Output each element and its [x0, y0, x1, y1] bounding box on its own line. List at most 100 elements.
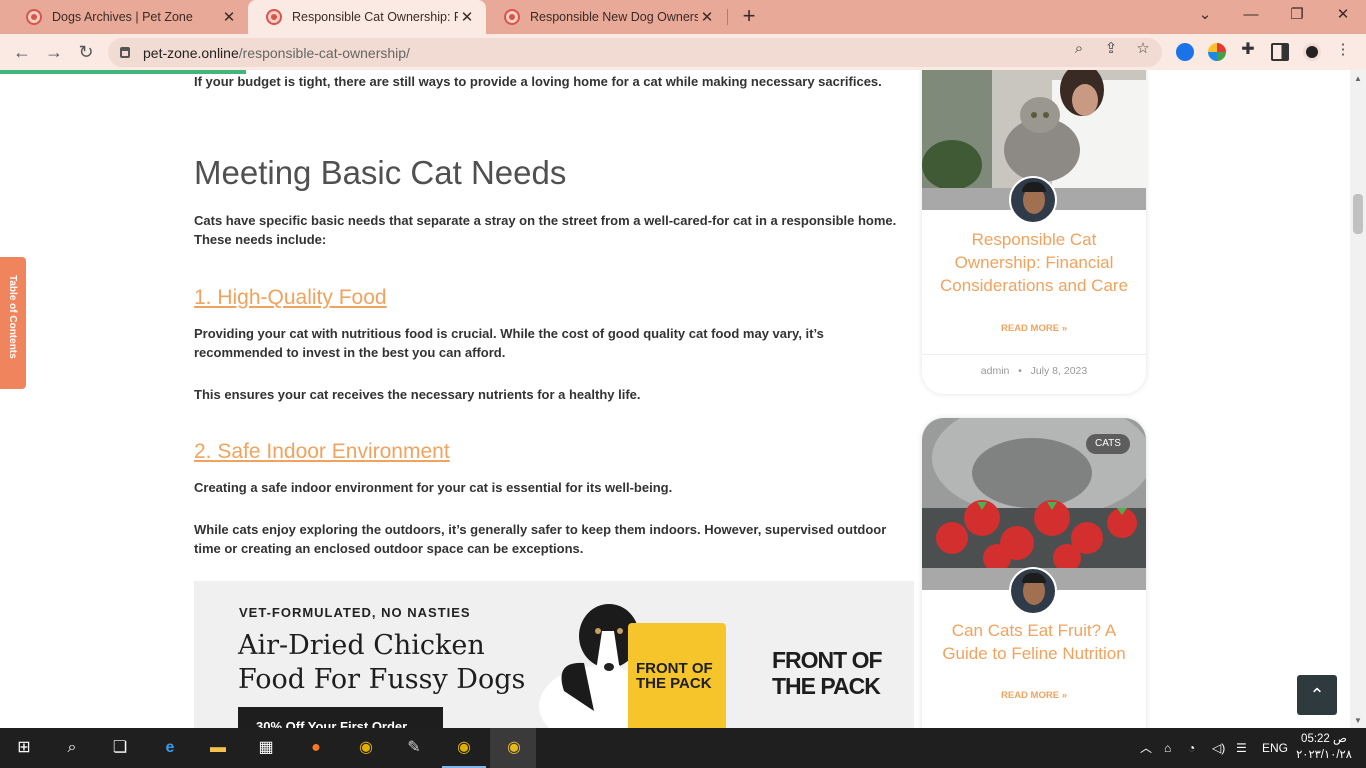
lock-icon[interactable] — [120, 47, 130, 58]
food-subheading-link[interactable]: 1. High-Quality Food — [194, 286, 387, 310]
ad-logo-line1: FRONT OF — [772, 647, 883, 673]
post-title-link[interactable]: Responsible Cat Ownership: Financial Con… — [934, 228, 1134, 297]
close-tab-icon[interactable]: ✕ — [458, 8, 476, 26]
share-icon[interactable]: ⇪ — [1102, 40, 1120, 58]
tray-wifi-icon[interactable]: ◔ — [1188, 728, 1195, 768]
food-paragraph: Providing your cat with nutritious food … — [194, 326, 824, 360]
author-avatar[interactable] — [1009, 176, 1057, 224]
tab-title: Responsible New Dog Ownershi — [530, 10, 698, 24]
post-title-link[interactable]: Can Cats Eat Fruit? A Guide to Feline Nu… — [934, 619, 1134, 665]
avatar-hair — [1022, 573, 1046, 583]
tray-chevron-up-icon[interactable]: ︿ — [1140, 728, 1152, 768]
toc-label: Table of Contents — [7, 275, 18, 359]
read-more-link[interactable]: READ MORE » — [922, 323, 1146, 334]
extension-blue-icon[interactable] — [1176, 43, 1194, 61]
needs-intro-paragraph: Cats have specific basic needs that sepa… — [194, 213, 897, 247]
ad-bag-label: FRONT OF THE PACK — [636, 660, 713, 692]
clock-date: ٢٠٢٣/١٠/٢٨ — [1296, 749, 1352, 761]
pet-zone-favicon-icon — [26, 9, 42, 25]
back-to-top-button[interactable]: ⌃ — [1297, 675, 1337, 715]
tab-separator — [727, 9, 728, 25]
paint-icon[interactable]: ✎ — [402, 736, 426, 760]
pet-zone-favicon-icon — [266, 9, 282, 25]
extensions-puzzle-icon[interactable]: ✚ — [1239, 41, 1257, 59]
windows-taskbar: ⊞ ⌕ ❏ e ▬ ▦ ● ◉ ✎ ◉ ◉ ︿ ⌂ ◔ ◁) ☰ ENG 05:… — [0, 728, 1366, 768]
firefox-icon[interactable]: ● — [304, 736, 328, 760]
bookmark-star-icon[interactable]: ☆ — [1134, 40, 1152, 58]
table-of-contents-toggle[interactable]: Table of Contents — [0, 257, 26, 389]
ad-cta-button[interactable]: 30% Off Your First Order — [238, 707, 443, 728]
zoom-icon[interactable]: ⌕ — [1070, 40, 1088, 58]
pet-zone-favicon-icon — [504, 9, 520, 25]
post-author: admin — [980, 365, 1010, 377]
task-view-icon[interactable]: ❏ — [108, 736, 132, 760]
environment-subheading-link[interactable]: 2. Safe Indoor Environment — [194, 440, 450, 464]
ad-headline-line2: Food For Fussy Dogs — [238, 664, 526, 695]
avatar-hair — [1022, 182, 1046, 192]
scroll-up-arrow-icon[interactable]: ▲ — [1354, 74, 1362, 83]
extension-color-icon[interactable] — [1208, 43, 1226, 61]
profile-icon[interactable] — [1303, 43, 1321, 61]
ad-brand-logo: FRONT OF THE PACK — [772, 647, 883, 699]
edge-icon[interactable]: e — [158, 736, 182, 760]
start-icon[interactable]: ⊞ — [12, 736, 36, 760]
tray-volume-icon[interactable]: ◁) — [1212, 728, 1225, 768]
environment-paragraph: Creating a safe indoor environment for y… — [194, 480, 673, 495]
browser-toolbar: ← → ↻ pet-zone.online/responsible-cat-ow… — [0, 34, 1366, 70]
url-host: pet-zone.online — [143, 44, 239, 61]
maximize-icon[interactable]: ❐ — [1274, 0, 1320, 34]
address-bar[interactable]: pet-zone.online/responsible-cat-ownershi… — [108, 38, 1162, 67]
ad-food-bag-image: FRONT OF THE PACK — [628, 623, 726, 728]
url-path: /responsible-cat-ownership/ — [238, 44, 410, 61]
tray-notification-icon[interactable]: ☰ — [1236, 728, 1247, 768]
new-tab-button[interactable]: + — [738, 5, 760, 28]
chrome-profile-icon[interactable]: ◉ — [452, 736, 476, 760]
advertisement-banner[interactable]: VET-FORMULATED, NO NASTIES Air-Dried Chi… — [194, 581, 914, 728]
read-more-link[interactable]: READ MORE » — [922, 690, 1146, 701]
tray-network-icon[interactable]: ⌂ — [1164, 728, 1171, 768]
close-tab-icon[interactable]: ✕ — [698, 8, 716, 26]
ad-logo-line2: THE PACK — [772, 673, 881, 699]
clock-time: 05:22 ص — [1301, 733, 1347, 745]
menu-dots-icon[interactable]: ⋮ — [1334, 41, 1352, 59]
author-avatar[interactable] — [1009, 567, 1057, 615]
tab-title: Responsible Cat Ownership: Fina — [292, 10, 458, 24]
reload-icon[interactable]: ↻ — [75, 41, 97, 63]
browser-window: Dogs Archives | Pet Zone ✕ Responsible C… — [0, 0, 1366, 728]
tab-title: Dogs Archives | Pet Zone — [52, 10, 193, 24]
close-tab-icon[interactable]: ✕ — [220, 8, 238, 26]
minimize-icon[interactable]: — — [1228, 0, 1274, 34]
tray-language[interactable]: ENG — [1262, 728, 1288, 768]
ad-headline-line1: Air-Dried Chicken — [238, 630, 485, 661]
reading-progress-bar — [0, 70, 246, 74]
side-panel-icon[interactable] — [1271, 43, 1289, 61]
post-thumbnail-woman-cat[interactable] — [922, 70, 1146, 188]
file-explorer-icon[interactable]: ▬ — [206, 736, 230, 760]
taskbar-active-highlight — [490, 728, 536, 768]
sidebar-post-card[interactable]: CATS Can Cats Eat Fruit? A Guide to Feli… — [922, 418, 1146, 728]
store-icon[interactable]: ▦ — [254, 736, 278, 760]
environment-paragraph-2: While cats enjoy exploring the outdoors,… — [194, 522, 887, 556]
food-paragraph-2: This ensures your cat receives the neces… — [194, 387, 641, 402]
post-meta: admin • July 8, 2023 — [922, 354, 1146, 377]
tab-responsible-cat[interactable]: Responsible Cat Ownership: Fina ✕ — [248, 0, 486, 34]
close-icon[interactable]: ✕ — [1320, 0, 1366, 34]
tab-bar: Dogs Archives | Pet Zone ✕ Responsible C… — [0, 0, 1366, 34]
chrome-icon[interactable]: ◉ — [354, 736, 378, 760]
tab-dogs-archives[interactable]: Dogs Archives | Pet Zone ✕ — [8, 0, 248, 34]
tray-clock[interactable]: 05:22 ص ٢٠٢٣/١٠/٢٨ — [1294, 731, 1354, 763]
back-icon[interactable]: ← — [11, 41, 33, 63]
forward-icon[interactable]: → — [43, 41, 65, 63]
scroll-down-arrow-icon[interactable]: ▼ — [1354, 716, 1362, 725]
ad-tagline: VET-FORMULATED, NO NASTIES — [239, 605, 471, 620]
meta-separator: • — [1018, 365, 1022, 377]
tab-responsible-dog[interactable]: Responsible New Dog Ownershi ✕ — [486, 0, 726, 34]
intro-paragraph: If your budget is tight, there are still… — [194, 74, 882, 89]
page-scrollbar[interactable]: ▲ ▼ — [1350, 70, 1366, 728]
scrollbar-thumb[interactable] — [1353, 194, 1363, 234]
category-badge[interactable]: CATS — [1086, 434, 1130, 454]
chevron-down-icon[interactable]: ⌄ — [1182, 0, 1228, 34]
search-icon[interactable]: ⌕ — [60, 736, 84, 760]
sidebar-post-card[interactable]: Responsible Cat Ownership: Financial Con… — [922, 70, 1146, 394]
section-heading: Meeting Basic Cat Needs — [194, 154, 567, 191]
